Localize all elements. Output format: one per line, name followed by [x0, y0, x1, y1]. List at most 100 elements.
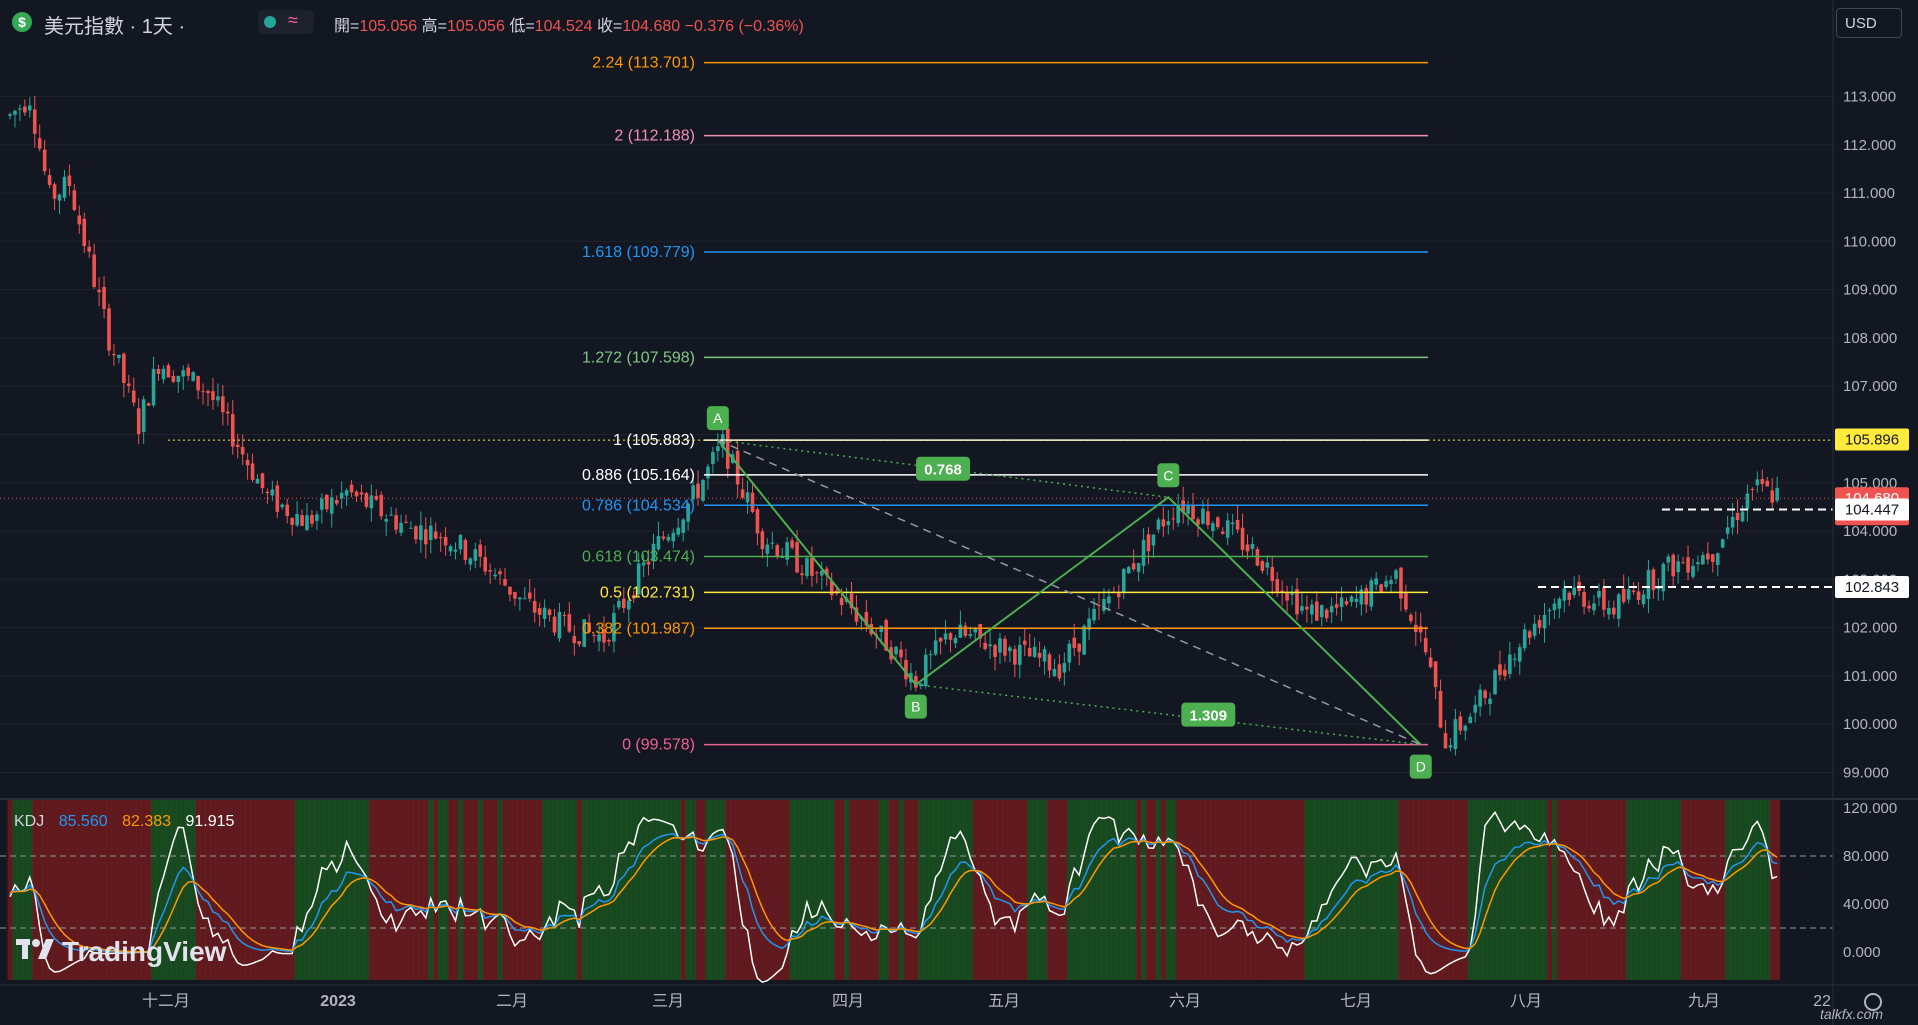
candle-body — [1171, 518, 1176, 520]
candle-body — [235, 444, 240, 448]
candle-body — [1072, 637, 1077, 648]
kdj-band — [1259, 800, 1266, 980]
kdj-band — [250, 800, 256, 980]
candle-body — [1725, 527, 1730, 534]
kdj-band — [1061, 800, 1068, 980]
candle-body — [968, 634, 973, 637]
candle-body — [1537, 620, 1542, 628]
candle-body — [1052, 668, 1057, 677]
kdj-band — [512, 800, 518, 980]
candle-body — [37, 138, 42, 149]
candle-body — [1146, 534, 1151, 552]
kdj-band — [690, 800, 697, 980]
kdj-band — [1685, 800, 1692, 980]
kdj-band — [403, 800, 409, 980]
kdj-band — [571, 800, 578, 980]
kdj-band — [1086, 800, 1093, 980]
price-chart[interactable]: 113.000 112.000 111.000 110.000 109.000 108.0… — [0, 0, 1918, 1025]
kdj-band — [764, 800, 771, 980]
kdj-band — [1532, 800, 1538, 980]
candle-body — [47, 175, 52, 185]
candle-body — [681, 519, 685, 533]
kdj-band — [487, 800, 494, 980]
candle-body — [117, 354, 121, 359]
candle-body — [1206, 511, 1210, 526]
candle-body — [329, 497, 334, 514]
kdj-band — [789, 800, 796, 980]
kdj-band — [1443, 800, 1449, 980]
candle-body — [1245, 544, 1250, 552]
y-tick-label: 104.000 — [1843, 523, 1897, 540]
candle-body — [409, 527, 413, 529]
kdj-band — [834, 800, 840, 980]
kdj-band — [1235, 800, 1241, 980]
symbol-title[interactable]: 美元指數 · 1天 · — [44, 10, 185, 39]
candle-body — [1013, 649, 1017, 665]
candle-body — [1003, 638, 1007, 656]
candle-body — [443, 536, 448, 546]
candle-body — [503, 579, 507, 586]
kdj-band — [1725, 800, 1731, 980]
candle-body — [67, 175, 72, 186]
candle-body — [532, 600, 537, 613]
kdj-band — [710, 800, 716, 980]
candle-body — [1760, 479, 1765, 484]
candle-body — [1448, 745, 1453, 748]
kdj-band — [240, 800, 246, 980]
kdj-band — [418, 800, 424, 980]
kdj-name[interactable]: KDJ — [14, 813, 44, 830]
market-status-icon — [264, 16, 276, 28]
y-tick-label: 110.000 — [1843, 233, 1896, 250]
candle-body — [1305, 606, 1309, 610]
kdj-band — [245, 800, 251, 980]
candle-body — [216, 396, 220, 401]
kdj-band — [1319, 800, 1325, 980]
currency-selector[interactable]: USD — [1836, 8, 1902, 38]
kdj-band — [1512, 800, 1518, 980]
candle-body — [112, 353, 116, 356]
kdj-band — [1433, 800, 1439, 980]
candle-body — [770, 542, 775, 544]
candle-body — [87, 246, 91, 252]
kdj-band — [1626, 800, 1632, 980]
candle-body — [1394, 570, 1398, 579]
x-tick-label: 六月 — [1169, 992, 1201, 1010]
candle-body — [1597, 590, 1601, 598]
kdj-band — [358, 800, 365, 980]
candle-body — [226, 411, 230, 414]
kdj-band — [695, 800, 702, 980]
kdj-band — [354, 800, 360, 980]
candle-body — [1037, 652, 1042, 658]
kdj-band — [962, 800, 969, 980]
kdj-band — [863, 800, 870, 980]
candle-body — [765, 544, 770, 554]
candle-body — [938, 637, 943, 642]
candle-body — [191, 372, 195, 381]
kdj-band — [561, 800, 568, 980]
candle-body — [701, 480, 705, 501]
change-value: −0.376 (−0.36%) — [684, 18, 804, 35]
candle-body — [230, 414, 235, 447]
fib-level-label: 0 (99.578) — [622, 737, 695, 754]
candle-body — [676, 527, 681, 535]
candle-body — [320, 498, 324, 510]
candle-body — [1542, 614, 1547, 629]
candle-body — [285, 504, 289, 516]
tradingview-logo[interactable]: TradingView — [16, 936, 226, 968]
kdj-band — [1299, 800, 1305, 980]
x-tick-label: 八月 — [1510, 993, 1542, 1010]
kdj-band — [443, 800, 449, 980]
kdj-band — [1027, 800, 1033, 980]
kdj-band — [1487, 800, 1494, 980]
kdj-band — [1368, 800, 1375, 980]
kdj-band — [1220, 800, 1226, 980]
high-label: 高= — [421, 18, 448, 35]
point-label-B: B — [911, 699, 920, 715]
candle-body — [661, 536, 666, 539]
point-label-D: D — [1416, 759, 1426, 775]
kdj-band — [685, 800, 692, 980]
kdj-band — [1695, 800, 1701, 980]
kdj-band — [1047, 800, 1053, 980]
fib-level-label: 1.272 (107.598) — [582, 349, 695, 366]
y-tick-label: 111.000 — [1843, 185, 1895, 202]
